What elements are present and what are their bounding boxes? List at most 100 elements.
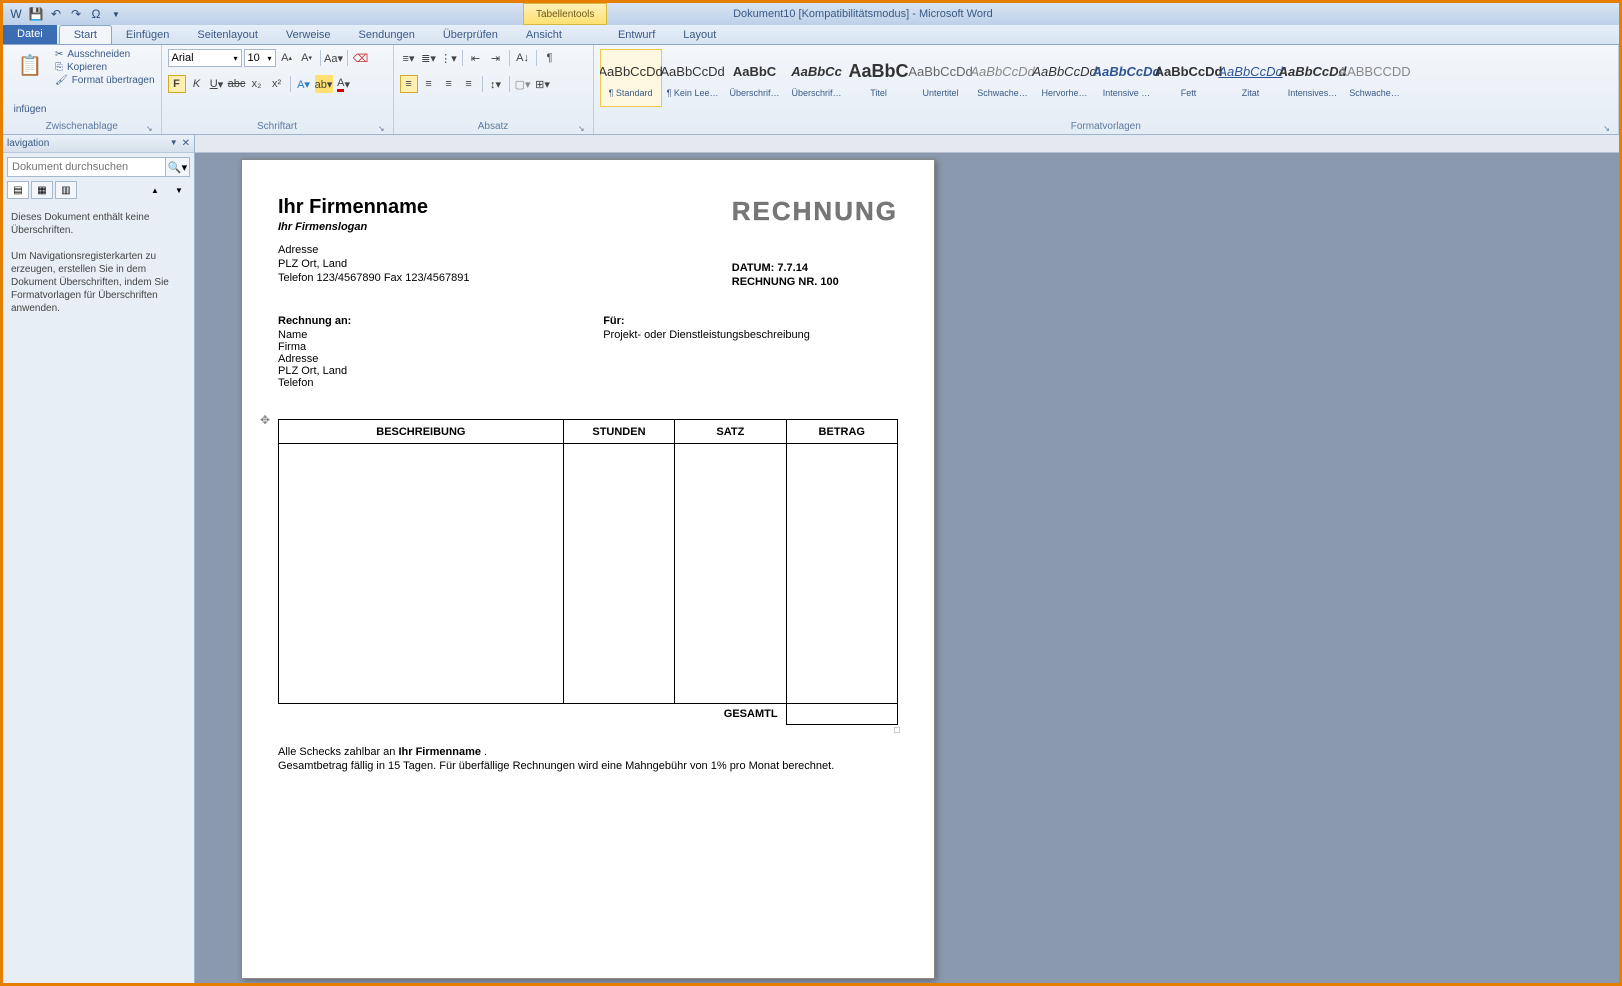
- bill-to-heading[interactable]: Rechnung an:: [278, 315, 563, 327]
- invoice-table[interactable]: BESCHREIBUNG STUNDEN SATZ BETRAG GESAMTL: [278, 419, 898, 725]
- table-cell[interactable]: [786, 444, 897, 704]
- document-area[interactable]: Ihr Firmenname Ihr Firmenslogan Adresse …: [195, 135, 1619, 983]
- omega-icon[interactable]: Ω: [87, 5, 105, 23]
- word-icon[interactable]: W: [7, 5, 25, 23]
- tab-ueberpruefen[interactable]: Überprüfen: [429, 26, 512, 44]
- tab-seitenlayout[interactable]: Seitenlayout: [183, 26, 272, 44]
- bill-line[interactable]: Name: [278, 329, 563, 341]
- justify-button[interactable]: ≡: [460, 75, 478, 93]
- qat-dropdown-icon[interactable]: ▼: [107, 5, 125, 23]
- indent-button[interactable]: ⇥: [487, 49, 505, 67]
- tab-start[interactable]: Start: [59, 25, 112, 44]
- footer-line[interactable]: Gesamtbetrag fällig in 15 Tagen. Für übe…: [278, 759, 898, 773]
- underline-button[interactable]: U▾: [208, 75, 226, 93]
- clear-format-button[interactable]: ⌫: [352, 49, 370, 67]
- nav-close-icon[interactable]: ✕: [182, 138, 190, 149]
- table-move-handle-icon[interactable]: ✥: [260, 413, 270, 427]
- company-slogan[interactable]: Ihr Firmenslogan: [278, 221, 469, 233]
- style-item[interactable]: AaBbCcDdSchwache…: [972, 49, 1034, 107]
- style-item[interactable]: AaBbCTitel: [848, 49, 910, 107]
- style-item[interactable]: AaBbCcDdIntensives…: [1282, 49, 1344, 107]
- nav-tab-headings[interactable]: ▤: [7, 181, 29, 199]
- style-item[interactable]: AaBbCcDdZitat: [1220, 49, 1282, 107]
- align-left-button[interactable]: ≡: [400, 75, 418, 93]
- paste-button[interactable]: 📋 infügen: [9, 49, 51, 115]
- nav-tab-pages[interactable]: ▦: [31, 181, 53, 199]
- tab-ansicht[interactable]: Ansicht: [512, 26, 576, 44]
- invoice-title[interactable]: RECHNUNG: [732, 196, 898, 227]
- document-page[interactable]: Ihr Firmenname Ihr Firmenslogan Adresse …: [241, 159, 935, 979]
- tab-entwurf[interactable]: Entwurf: [604, 26, 669, 44]
- horizontal-ruler[interactable]: [195, 135, 1619, 153]
- font-name-select[interactable]: Arial▾: [168, 49, 242, 67]
- style-item[interactable]: AaBbCcÜberschrif…: [786, 49, 848, 107]
- font-color-button[interactable]: A▾: [335, 75, 353, 93]
- tab-verweise[interactable]: Verweise: [272, 26, 345, 44]
- tab-layout[interactable]: Layout: [669, 26, 730, 44]
- bullets-button[interactable]: ≡▾: [400, 49, 418, 67]
- nav-dropdown-icon[interactable]: ▼: [170, 138, 178, 149]
- styles-gallery[interactable]: AaBbCcDd¶ StandardAaBbCcDd¶ Kein Lee…AaB…: [600, 49, 1612, 117]
- line-spacing-button[interactable]: ↕▾: [487, 75, 505, 93]
- change-case-button[interactable]: Aa▾: [325, 49, 343, 67]
- bill-line[interactable]: Adresse: [278, 353, 563, 365]
- nav-search-input[interactable]: [7, 157, 166, 177]
- style-item[interactable]: AaBbCcDd¶ Standard: [600, 49, 662, 107]
- total-cell[interactable]: [786, 704, 897, 725]
- undo-icon[interactable]: ↶: [47, 5, 65, 23]
- shading-button[interactable]: ▢▾: [514, 75, 532, 93]
- table-cell[interactable]: [279, 444, 564, 704]
- style-item[interactable]: AaBbCcDdUntertitel: [910, 49, 972, 107]
- copy-button[interactable]: ⎘Kopieren: [55, 62, 155, 73]
- th-amount[interactable]: BETRAG: [786, 420, 897, 444]
- tab-sendungen[interactable]: Sendungen: [345, 26, 429, 44]
- nav-down-icon[interactable]: ▼: [168, 181, 190, 199]
- addr-line[interactable]: Telefon 123/4567890 Fax 123/4567891: [278, 271, 469, 285]
- numbering-button[interactable]: ≣▾: [420, 49, 438, 67]
- borders-button[interactable]: ⊞▾: [534, 75, 552, 93]
- for-heading[interactable]: Für:: [603, 315, 888, 327]
- th-hours[interactable]: STUNDEN: [563, 420, 674, 444]
- th-description[interactable]: BESCHREIBUNG: [279, 420, 564, 444]
- search-icon[interactable]: 🔍▾: [166, 157, 190, 177]
- bold-button[interactable]: F: [168, 75, 186, 93]
- table-cell[interactable]: [675, 444, 786, 704]
- for-line[interactable]: Projekt- oder Dienstleistungsbeschreibun…: [603, 329, 888, 341]
- redo-icon[interactable]: ↷: [67, 5, 85, 23]
- style-item[interactable]: AABBCCDDSchwache…: [1344, 49, 1406, 107]
- addr-line[interactable]: PLZ Ort, Land: [278, 257, 469, 271]
- subscript-button[interactable]: x₂: [248, 75, 266, 93]
- nav-up-icon[interactable]: ▲: [144, 181, 166, 199]
- style-item[interactable]: AaBbCcDd¶ Kein Lee…: [662, 49, 724, 107]
- style-item[interactable]: AaBbCcDdHervorhe…: [1034, 49, 1096, 107]
- sort-button[interactable]: A↓: [514, 49, 532, 67]
- multilevel-button[interactable]: ⋮▾: [440, 49, 458, 67]
- tab-einfuegen[interactable]: Einfügen: [112, 26, 183, 44]
- shrink-font-button[interactable]: A▾: [298, 49, 316, 67]
- style-item[interactable]: AaBbCÜberschrif…: [724, 49, 786, 107]
- text-effects-button[interactable]: A▾: [295, 75, 313, 93]
- style-item[interactable]: AaBbCcDdFett: [1158, 49, 1220, 107]
- table-resize-handle-icon[interactable]: □: [894, 725, 900, 736]
- nav-tab-results[interactable]: ▥: [55, 181, 77, 199]
- th-rate[interactable]: SATZ: [675, 420, 786, 444]
- show-marks-button[interactable]: ¶: [541, 49, 559, 67]
- bill-line[interactable]: PLZ Ort, Land: [278, 365, 563, 377]
- format-painter-button[interactable]: 🖌Format übertragen: [55, 75, 155, 86]
- table-cell[interactable]: [563, 444, 674, 704]
- invoice-date[interactable]: DATUM: 7.7.14: [732, 261, 898, 275]
- align-center-button[interactable]: ≡: [420, 75, 438, 93]
- cut-button[interactable]: ✂Ausschneiden: [55, 49, 155, 60]
- total-label[interactable]: GESAMTL: [279, 704, 787, 725]
- italic-button[interactable]: K: [188, 75, 206, 93]
- footer-line[interactable]: Alle Schecks zahlbar an Ihr Firmenname .: [278, 745, 898, 759]
- bill-line[interactable]: Firma: [278, 341, 563, 353]
- highlight-button[interactable]: ab▾: [315, 75, 333, 93]
- superscript-button[interactable]: x²: [268, 75, 286, 93]
- style-item[interactable]: AaBbCcDdIntensive …: [1096, 49, 1158, 107]
- bill-line[interactable]: Telefon: [278, 377, 563, 389]
- invoice-number[interactable]: RECHNUNG NR. 100: [732, 275, 898, 289]
- font-size-select[interactable]: 10▾: [244, 49, 276, 67]
- company-name[interactable]: Ihr Firmenname: [278, 196, 469, 219]
- grow-font-button[interactable]: A▴: [278, 49, 296, 67]
